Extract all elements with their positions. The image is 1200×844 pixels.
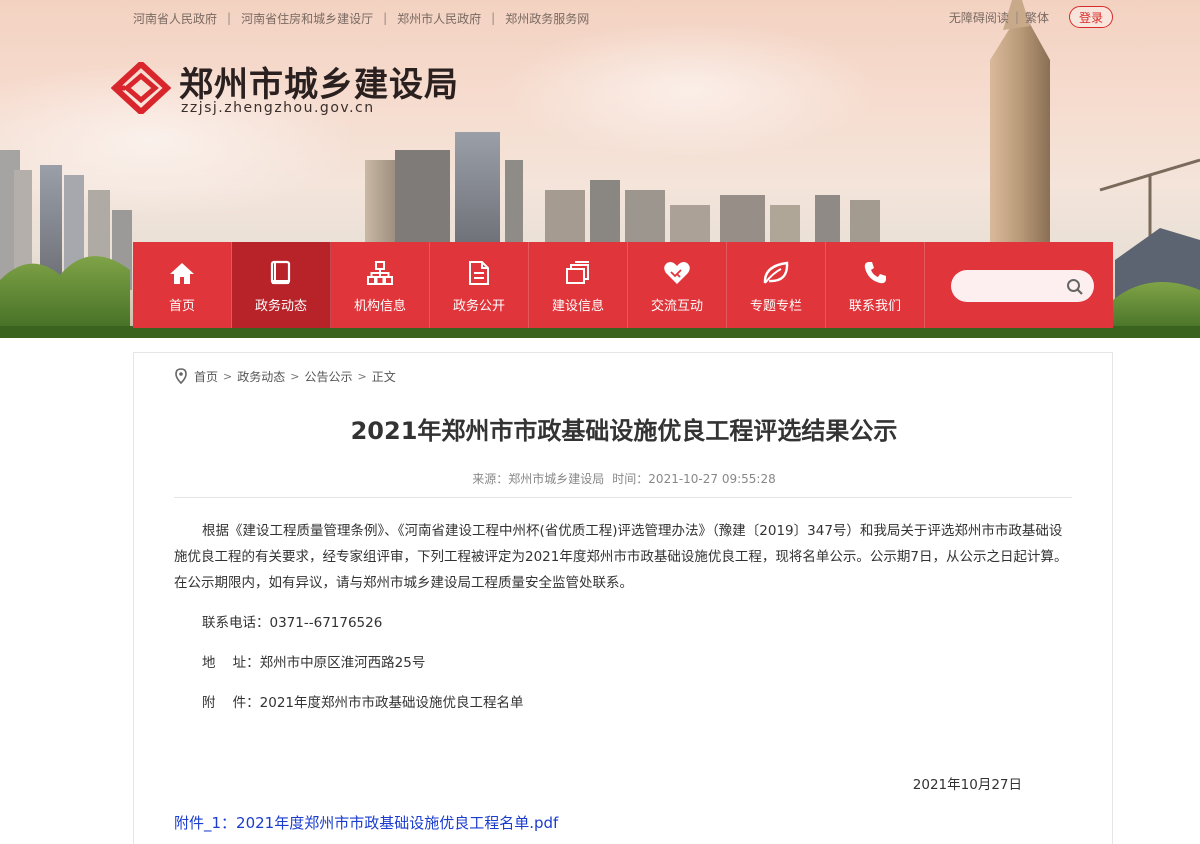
nav-label: 机构信息 xyxy=(353,299,406,314)
nav-label: 联系我们 xyxy=(848,299,901,314)
stack-icon xyxy=(564,259,592,287)
logo-mark-icon xyxy=(111,62,171,114)
nav-item-org-info[interactable]: 机构信息 xyxy=(331,242,430,328)
phone-icon xyxy=(861,259,889,287)
top-links-bar: 河南省人民政府 | 河南省住房和城乡建设厅 | 郑州市人民政府 | 郑州政务服务… xyxy=(133,10,589,26)
accessibility-links: 无障碍阅读 | 繁体 登录 xyxy=(949,6,1113,28)
nav-label: 专题专栏 xyxy=(749,299,802,314)
handshake-heart-icon xyxy=(663,259,691,287)
login-button[interactable]: 登录 xyxy=(1068,6,1113,28)
search-icon[interactable] xyxy=(1066,278,1084,296)
separator: | xyxy=(227,11,232,25)
header-banner: 河南省人民政府 | 河南省住房和城乡建设厅 | 郑州市人民政府 | 郑州政务服务… xyxy=(0,0,1200,338)
publish-date: 2021年10月27日 xyxy=(912,777,1022,793)
nav-item-construction-info[interactable]: 建设信息 xyxy=(529,242,628,328)
article-body-paragraph: 根据《建设工程质量管理条例》、《河南省建设工程中州杯(省优质工程)评选管理办法》… xyxy=(174,523,1068,591)
chevron-right-icon: > xyxy=(290,369,300,383)
nav-label: 首页 xyxy=(168,299,195,314)
top-link-zhengzhou-service[interactable]: 郑州政务服务网 xyxy=(505,10,589,27)
nav-label: 交流互动 xyxy=(650,299,703,314)
nav-label: 建设信息 xyxy=(551,299,604,314)
attachment-download-link[interactable]: 附件_1：2021年度郑州市市政基础设施优良工程名单.pdf xyxy=(174,812,558,833)
breadcrumb-current: 正文 xyxy=(371,369,396,384)
nav-label: 政务公开 xyxy=(452,299,505,314)
site-title: 郑州市城乡建设局 xyxy=(179,65,459,105)
attachment-note: 附 件：2021年度郑州市市政基础设施优良工程名单 xyxy=(202,695,524,711)
site-domain: zzjsj.zhengzhou.gov.cn xyxy=(181,100,375,116)
document-icon xyxy=(465,259,493,287)
article-source: 郑州市城乡建设局 xyxy=(508,472,605,486)
home-icon xyxy=(168,259,196,287)
nav-item-interaction[interactable]: 交流互动 xyxy=(628,242,727,328)
separator: | xyxy=(383,11,388,25)
top-link-henan-gov[interactable]: 河南省人民政府 xyxy=(133,10,217,27)
barrier-free-reading-link[interactable]: 无障碍阅读 xyxy=(949,9,1009,26)
main-nav: 首页 政务动态 机构信息 政务公开 建设信息 交流互动 专题专栏 联系我们 xyxy=(133,242,1113,328)
org-chart-icon xyxy=(366,259,394,287)
traditional-chinese-link[interactable]: 繁体 xyxy=(1025,9,1049,26)
book-icon xyxy=(267,259,295,287)
chevron-right-icon: > xyxy=(223,369,233,383)
contact-address: 地 址：郑州市中原区淮河西路25号 xyxy=(202,655,426,671)
location-pin-icon xyxy=(175,368,187,384)
nav-item-news[interactable]: 政务动态 xyxy=(232,242,331,328)
site-logo[interactable]: 郑州市城乡建设局 zzjsj.zhengzhou.gov.cn xyxy=(111,57,471,117)
separator: | xyxy=(491,11,496,25)
top-link-zhengzhou-gov[interactable]: 郑州市人民政府 xyxy=(397,10,481,27)
article-container: 首页 > 政务动态 > 公告公示 > 正文 2021年郑州市市政基础设施优良工程… xyxy=(133,352,1113,844)
article-time: 2021-10-27 09:55:28 xyxy=(648,472,776,486)
breadcrumb-news[interactable]: 政务动态 xyxy=(237,368,285,385)
nav-item-gov-affairs[interactable]: 政务公开 xyxy=(430,242,529,328)
nav-item-contact[interactable]: 联系我们 xyxy=(826,242,925,328)
chevron-right-icon: > xyxy=(357,369,367,383)
nav-label: 政务动态 xyxy=(254,299,307,314)
breadcrumb: 首页 > 政务动态 > 公告公示 > 正文 xyxy=(174,366,396,386)
leaf-icon xyxy=(762,259,790,287)
article-meta: 来源：郑州市城乡建设局 时间：2021-10-27 09:55:28 xyxy=(134,470,1114,487)
source-label: 来源： xyxy=(472,472,509,486)
contact-phone: 联系电话：0371--67176526 xyxy=(202,615,383,631)
nav-item-home[interactable]: 首页 xyxy=(133,242,232,328)
breadcrumb-home[interactable]: 首页 xyxy=(194,368,218,385)
article-title: 2021年郑州市市政基础设施优良工程评选结果公示 xyxy=(350,417,898,445)
divider xyxy=(174,497,1072,498)
nav-item-special-topics[interactable]: 专题专栏 xyxy=(727,242,826,328)
time-label: 时间： xyxy=(612,472,649,486)
breadcrumb-notices[interactable]: 公告公示 xyxy=(304,368,352,385)
nav-search-area xyxy=(925,242,1113,328)
top-link-henan-housing[interactable]: 河南省住房和城乡建设厅 xyxy=(241,10,373,27)
separator: | xyxy=(1014,10,1019,24)
